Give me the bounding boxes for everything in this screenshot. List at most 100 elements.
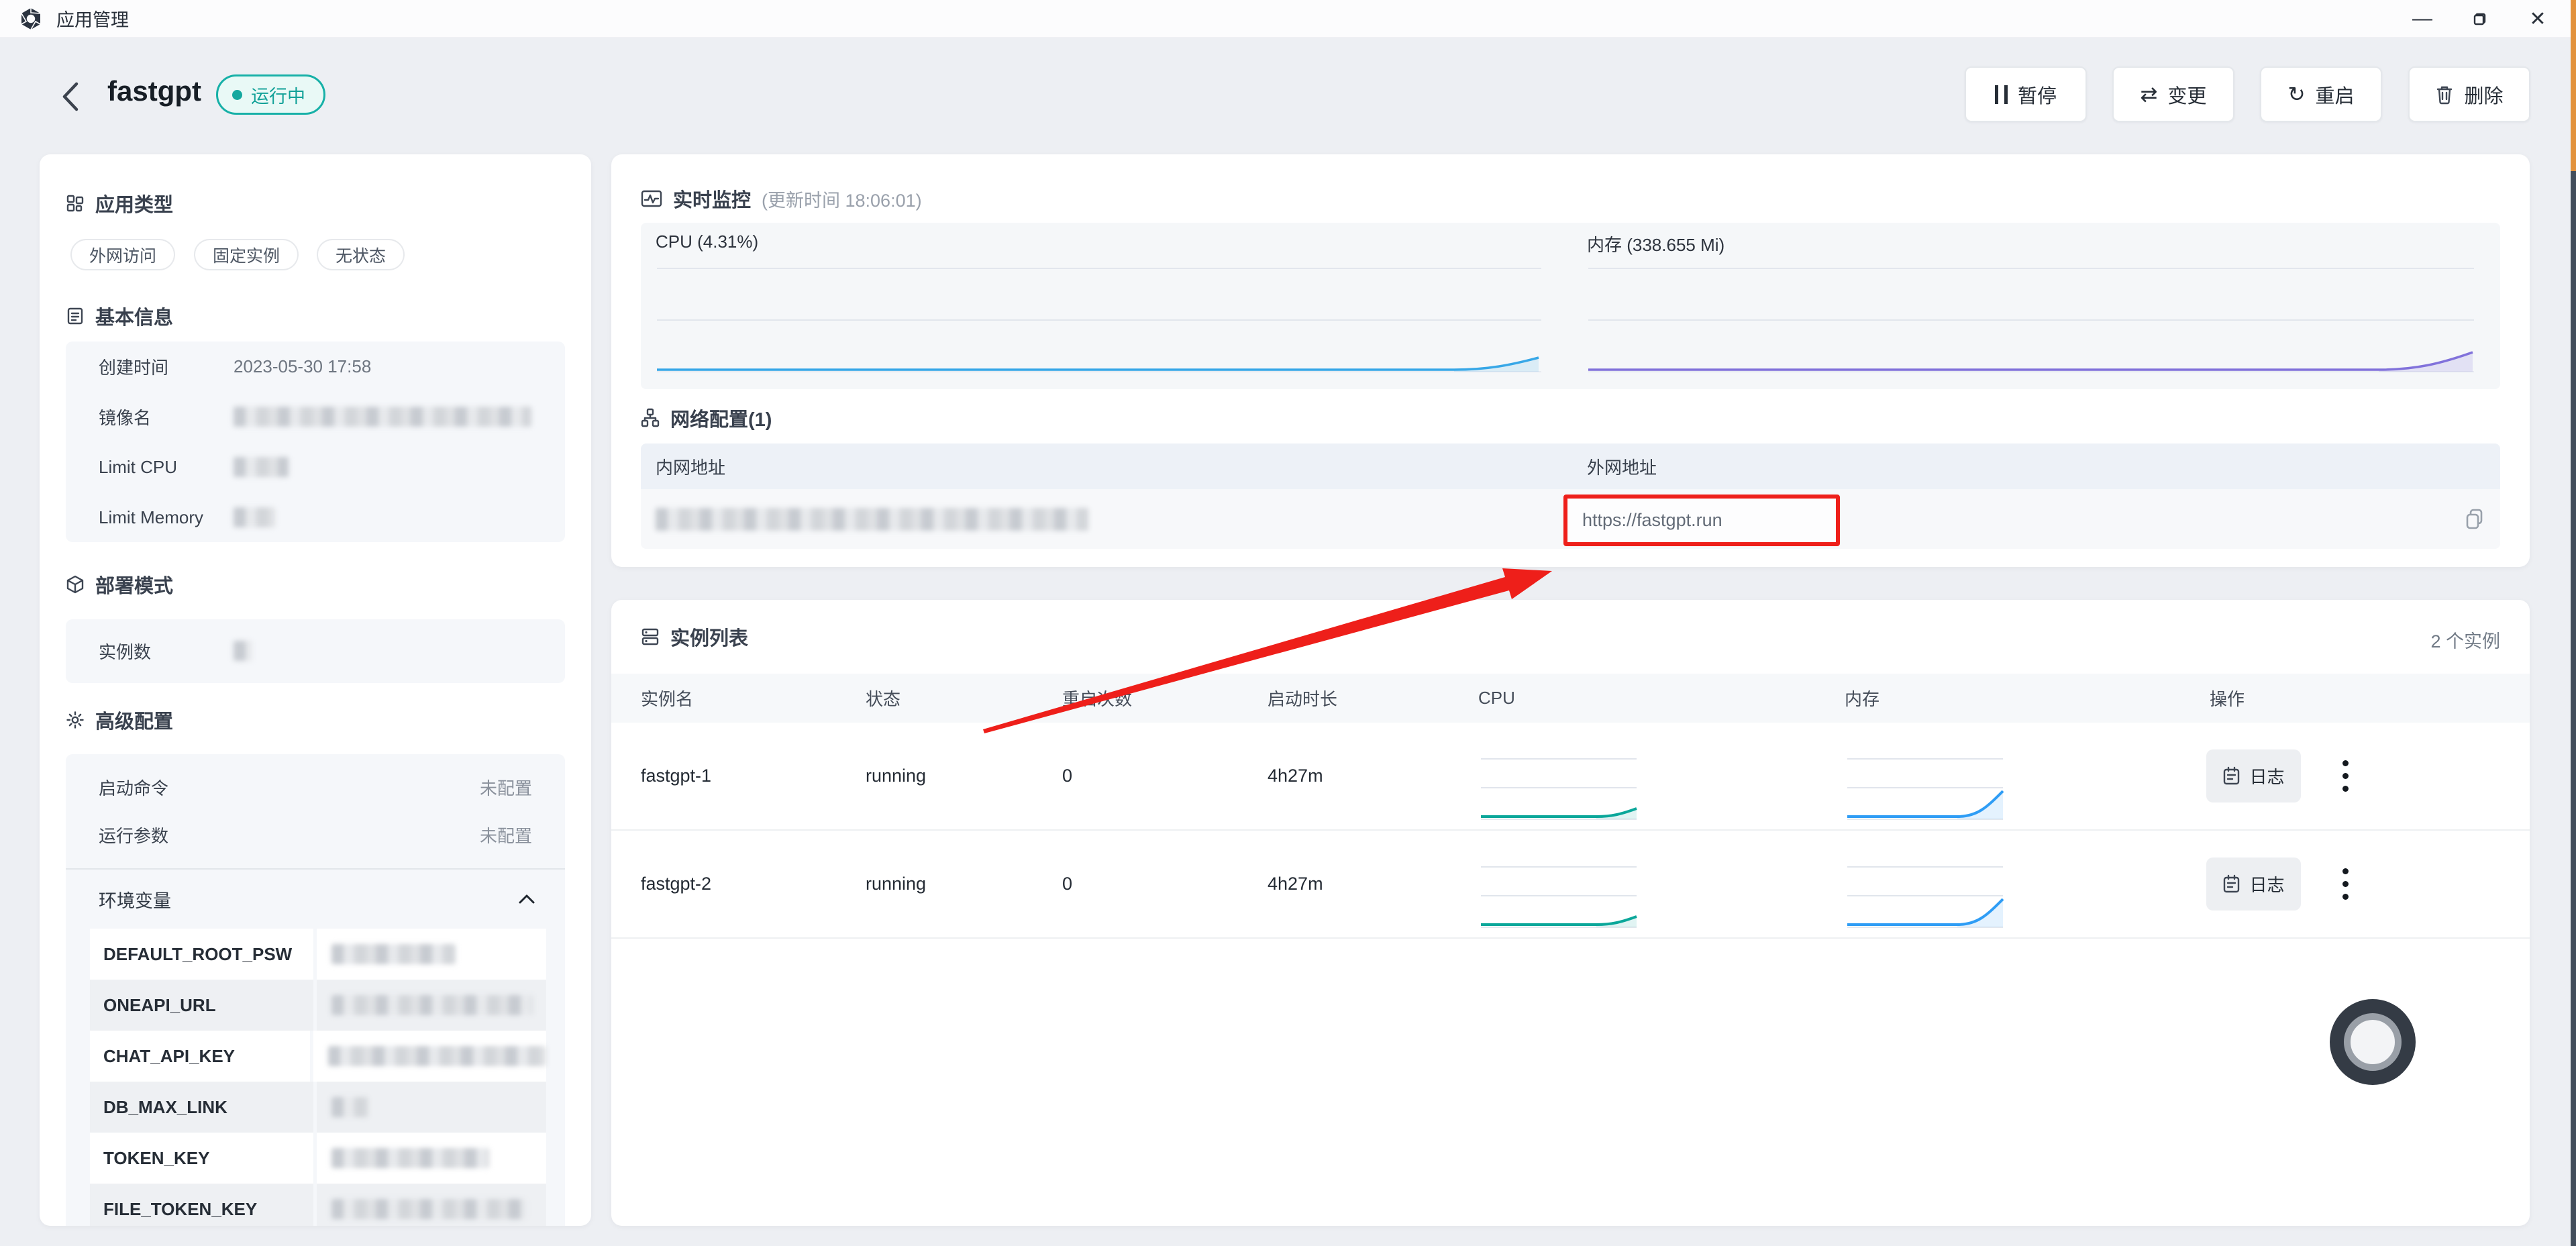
close-icon[interactable]: ✕: [2509, 0, 2567, 38]
redacted-value: [234, 641, 252, 661]
section-advanced-config: 高级配置: [66, 706, 173, 734]
section-app-type: 应用类型: [66, 189, 173, 217]
status-dot-icon: [232, 90, 242, 100]
network-icon: [641, 408, 660, 428]
cpu-chart-label: CPU (4.31%): [656, 231, 758, 252]
col-internal-address: 内网地址: [656, 444, 725, 489]
chevron-up-icon: [517, 893, 536, 905]
window-title: 应用管理: [56, 5, 129, 32]
info-row-limit-memory: Limit Memory: [99, 492, 532, 542]
redacted-value: [331, 1148, 489, 1168]
redacted-value: [331, 1097, 368, 1117]
page-title: fastgpt: [107, 75, 201, 107]
maximize-icon[interactable]: [2451, 0, 2509, 38]
restart-icon: ↻: [2288, 84, 2306, 105]
instance-list-card: 实例列表 2 个实例 实例名 状态 重启次数 启动时长 CPU 内存 操作 fa…: [611, 600, 2530, 1226]
swap-arrows-icon: ⇄: [2141, 84, 2158, 105]
instance-name: fastgpt-1: [641, 723, 711, 829]
section-network-config: 网络配置(1): [641, 404, 772, 432]
instance-uptime: 4h27m: [1268, 723, 1323, 829]
redacted-value: [331, 944, 456, 964]
col-cpu: CPU: [1478, 674, 1515, 723]
minimize-icon[interactable]: —: [2393, 0, 2451, 38]
basic-info-panel: 创建时间 2023-05-30 17:58 镜像名 Limit CPU Limi…: [66, 342, 565, 542]
env-row: DEFAULT_ROOT_PSW: [90, 929, 546, 980]
monitor-card: 实时监控 (更新时间 18:06:01) CPU (4.31%): [611, 154, 2530, 567]
instance-status: running: [866, 831, 926, 937]
info-row-instance-count: 实例数: [99, 626, 532, 676]
server-list-icon: [641, 627, 660, 647]
app-window: 应用管理 — ✕ fastgpt 运行中 暂停 ⇄ 变更 ↻ 重启 删除: [0, 0, 2576, 1246]
cpu-line-chart: [656, 223, 1550, 389]
external-url-annotated: https://fastgpt.run: [1563, 495, 1840, 546]
cpu-sparkline: [1478, 860, 1639, 935]
app-logo-icon: [20, 7, 42, 30]
section-instance-list: 实例列表: [641, 623, 748, 651]
env-row: ONEAPI_URL: [90, 980, 546, 1031]
instance-table-header: 实例名 状态 重启次数 启动时长 CPU 内存 操作: [611, 674, 2530, 723]
back-button[interactable]: [59, 78, 91, 115]
section-realtime-monitor: 实时监控 (更新时间 18:06:01): [641, 185, 922, 213]
info-row-run-params: 运行参数 未配置: [99, 810, 532, 860]
monitor-chart-panel: CPU (4.31%) 内存 (338.655 Mi): [641, 223, 2500, 389]
col-actions: 操作: [2210, 674, 2245, 723]
redacted-value: [331, 1199, 526, 1219]
instance-row: fastgpt-1 running 0 4h27m: [611, 723, 2530, 829]
info-row-limit-cpu: Limit CPU: [99, 442, 532, 492]
titlebar: 应用管理 — ✕: [0, 0, 2576, 38]
section-deploy-mode: 部署模式: [66, 570, 173, 599]
trash-icon: [2435, 85, 2454, 105]
env-vars-table: DEFAULT_ROOT_PSW ONEAPI_URL CHAT_API_KEY…: [90, 929, 546, 1226]
pause-button[interactable]: 暂停: [1965, 66, 2087, 122]
redacted-value: [234, 507, 275, 527]
cube-icon: [66, 575, 85, 594]
redacted-value: [234, 407, 531, 427]
redacted-value: [331, 995, 533, 1015]
memory-chart-label: 内存 (338.655 Mi): [1587, 231, 1724, 256]
instance-restarts: 0: [1062, 723, 1072, 829]
tag-stateless: 无状态: [317, 239, 405, 270]
log-icon: [2222, 766, 2240, 786]
advanced-config-panel: 启动命令 未配置 运行参数 未配置 环境变量 DEFAULT_ROOT_PSW: [66, 754, 565, 1226]
pause-icon: [1995, 85, 2008, 104]
more-actions-kebab-icon[interactable]: [2325, 749, 2365, 802]
external-url: https://fastgpt.run: [1582, 510, 1722, 531]
divider: [66, 868, 565, 870]
env-row: DB_MAX_LINK: [90, 1082, 546, 1133]
delete-button[interactable]: 删除: [2408, 66, 2530, 122]
instance-restarts: 0: [1062, 831, 1072, 937]
copy-icon[interactable]: [2463, 507, 2486, 535]
env-vars-header[interactable]: 环境变量: [99, 879, 536, 919]
col-memory: 内存: [1845, 674, 1879, 723]
info-row-start-command: 启动命令 未配置: [99, 762, 532, 812]
log-button[interactable]: 日志: [2206, 858, 2301, 911]
col-status: 状态: [866, 674, 900, 723]
col-restarts: 重启次数: [1062, 674, 1132, 723]
more-actions-kebab-icon[interactable]: [2325, 858, 2365, 911]
desktop-edge: [2571, 0, 2576, 1246]
col-uptime: 启动时长: [1268, 674, 1337, 723]
info-row-image: 镜像名: [99, 392, 532, 442]
cpu-chart: CPU (4.31%): [656, 223, 1550, 389]
memory-chart: 内存 (338.655 Mi): [1587, 223, 2483, 389]
deploy-mode-panel: 实例数: [66, 619, 565, 683]
info-row-created: 创建时间 2023-05-30 17:58: [99, 342, 532, 391]
network-table-row: https://fastgpt.run: [641, 489, 2500, 549]
monitor-update-time: (更新时间 18:06:01): [762, 186, 922, 212]
instance-name: fastgpt-2: [641, 831, 711, 937]
memory-sparkline: [1845, 860, 2006, 935]
grid-icon: [66, 194, 85, 213]
log-icon: [2222, 874, 2240, 894]
change-button[interactable]: ⇄ 变更: [2112, 66, 2234, 122]
col-instance-name: 实例名: [641, 674, 693, 723]
instance-uptime: 4h27m: [1268, 831, 1323, 937]
log-button[interactable]: 日志: [2206, 749, 2301, 802]
env-row: TOKEN_KEY: [90, 1133, 546, 1184]
network-table-header: 内网地址 外网地址: [641, 444, 2500, 489]
restart-button[interactable]: ↻ 重启: [2260, 66, 2382, 122]
col-external-address: 外网地址: [1587, 444, 1657, 489]
instance-row: fastgpt-2 running 0 4h27m: [611, 831, 2530, 937]
cpu-sparkline: [1478, 752, 1639, 827]
section-basic-info: 基本信息: [66, 302, 173, 330]
status-badge: 运行中: [216, 74, 325, 115]
